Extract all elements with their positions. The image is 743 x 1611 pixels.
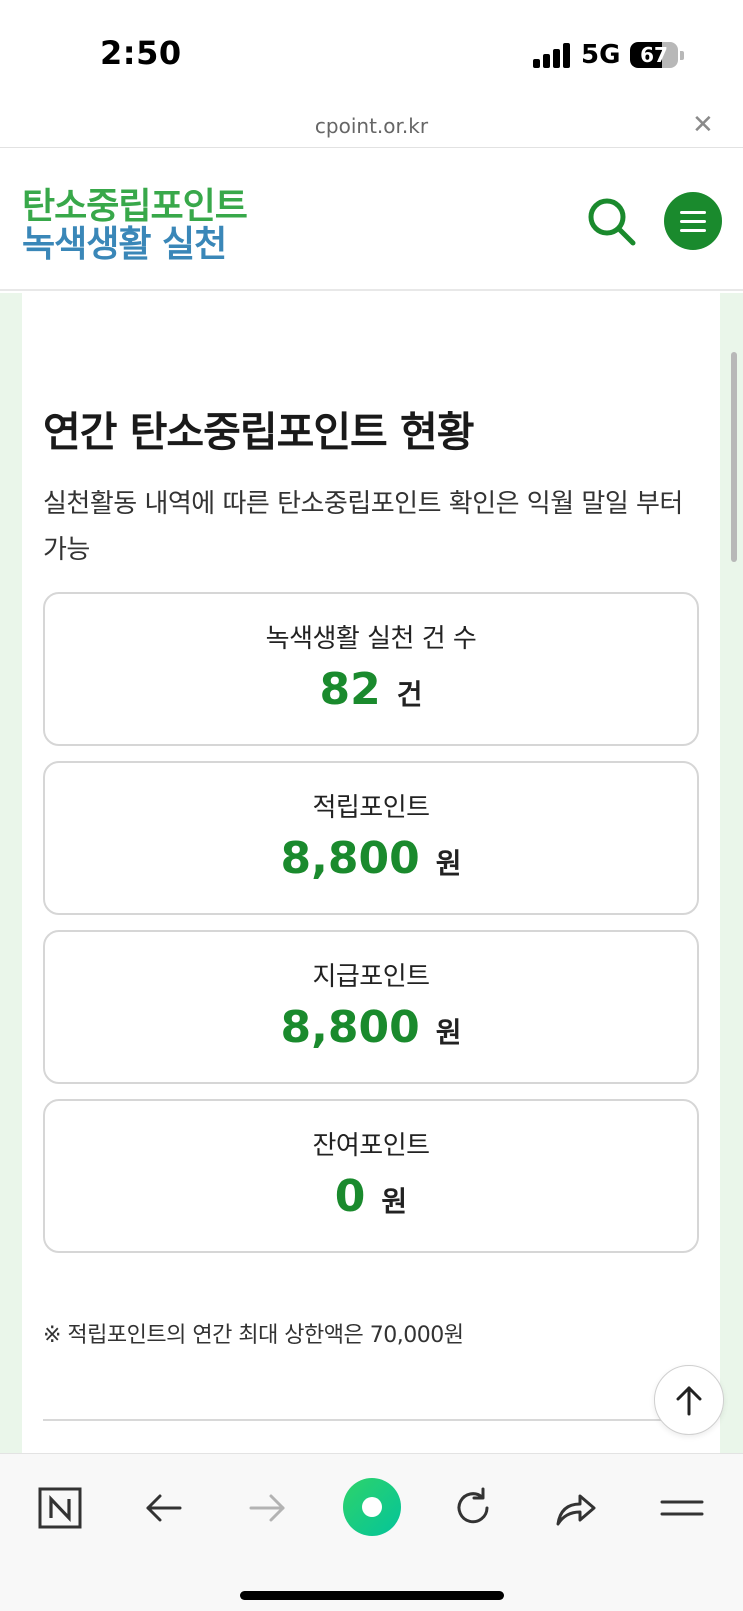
cellular-signal-icon (533, 42, 573, 68)
naver-n-icon[interactable] (37, 1484, 85, 1532)
status-time: 2:50 (100, 34, 182, 72)
stat-value: 0 (334, 1171, 366, 1222)
back-arrow-icon[interactable] (140, 1484, 188, 1532)
stat-unit: 원 (435, 847, 462, 880)
stat-label: 녹색생활 실천 건 수 (265, 624, 477, 654)
menu-icon[interactable] (658, 1484, 706, 1532)
close-icon[interactable]: ✕ (692, 110, 714, 140)
battery-icon: 67 (630, 42, 678, 68)
url-text[interactable]: cpoint.or.kr (0, 114, 743, 138)
share-icon[interactable] (552, 1484, 600, 1532)
stat-label: 지급포인트 (312, 962, 430, 992)
battery-nub (680, 51, 684, 60)
battery-level: 67 (640, 43, 668, 67)
reload-icon[interactable] (449, 1484, 497, 1532)
stat-unit: 원 (435, 1016, 462, 1049)
stat-value: 8,800 (280, 833, 420, 884)
stat-value: 82 (319, 664, 381, 715)
arrow-up-icon[interactable] (654, 1365, 724, 1435)
green-dot-icon[interactable] (343, 1478, 401, 1536)
stat-card-remaining-points: 잔여포인트 0원 (43, 1099, 699, 1253)
page-title: 연간 탄소중립포인트 현황 (43, 408, 474, 456)
status-bar: 2:50 5G 67 (0, 0, 743, 108)
scrollbar[interactable] (731, 352, 737, 562)
hamburger-menu-icon[interactable] (664, 192, 722, 250)
browser-toolbar (0, 1453, 743, 1611)
stat-card-earned-points: 적립포인트 8,800 원 (43, 761, 699, 915)
stat-unit: 건 (396, 678, 423, 711)
logo-subtitle[interactable]: 녹색생활 실천 (22, 215, 227, 267)
stat-unit: 원 (381, 1185, 408, 1218)
search-icon[interactable] (585, 195, 641, 247)
section-description: 실천활동 내역에 따른 탄소중립포인트 확인은 익월 말일 부터 가능 (43, 489, 683, 565)
stat-label: 적립포인트 (312, 793, 430, 823)
points-summary-section: 연간 탄소중립포인트 현황 실천활동 내역에 따른 탄소중립포인트 확인은 익월… (22, 293, 720, 1453)
stat-label: 잔여포인트 (312, 1131, 430, 1161)
divider (43, 1419, 699, 1421)
network-type: 5G (581, 40, 621, 70)
home-indicator (240, 1591, 504, 1600)
address-bar[interactable]: cpoint.or.kr ✕ (0, 108, 743, 148)
annual-cap-note: ※ 적립포인트의 연간 최대 상한액은 70,000원 (43, 1323, 464, 1348)
site-header: 탄소중립포인트 녹색생활 실천 (0, 149, 743, 291)
stat-card-paid-points: 지급포인트 8,800 원 (43, 930, 699, 1084)
stat-value: 8,800 (280, 1002, 420, 1053)
stat-card-practice-count: 녹색생활 실천 건 수 82 건 (43, 592, 699, 746)
forward-arrow-icon[interactable] (243, 1484, 291, 1532)
